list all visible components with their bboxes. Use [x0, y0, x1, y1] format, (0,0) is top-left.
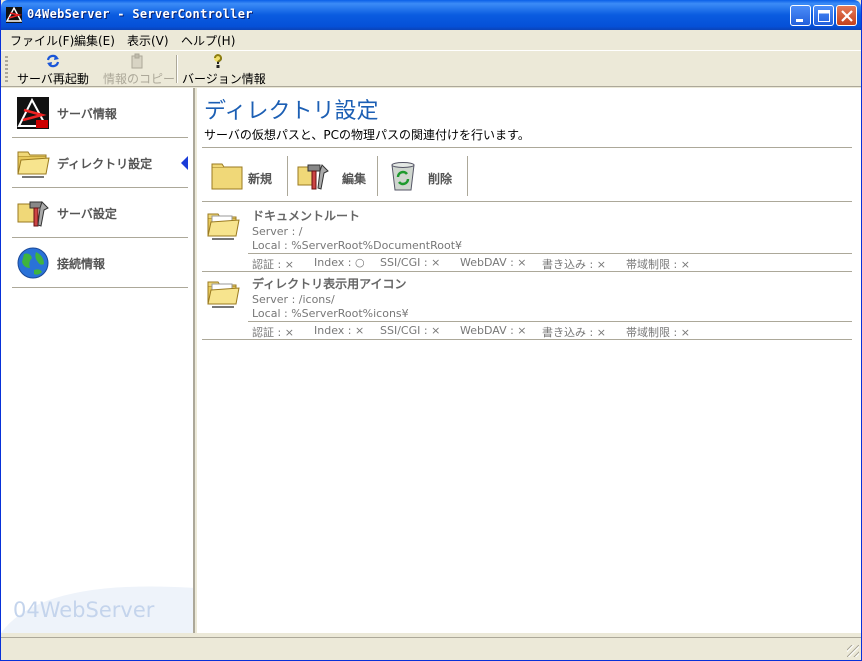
refresh-icon	[46, 54, 60, 68]
sidebar-item-label: サーバ情報	[57, 107, 117, 121]
recycle-bin-icon	[391, 162, 415, 191]
new-label: 新規	[248, 172, 273, 186]
entry-local-path: Local : %ServerRoot%DocumentRoot¥	[252, 239, 463, 252]
directory-entry[interactable]: ディレクトリ表示用アイコン Server : /icons/ Local : %…	[202, 272, 852, 340]
resize-grip[interactable]	[847, 645, 859, 657]
flag-webdav: WebDAV : ×	[460, 256, 527, 269]
divider	[202, 339, 852, 340]
flag-bandwidth: 帯域制限 : ×	[626, 258, 690, 271]
divider	[202, 201, 852, 202]
entry-flags: 認証 : × Index : × SSI/CGI : × WebDAV : × …	[248, 321, 852, 339]
version-info-label: バージョン情報	[182, 72, 266, 86]
menu-help[interactable]: ヘルプ(H)	[181, 32, 235, 49]
delete-label: 削除	[428, 172, 453, 186]
toolbar: サーバ再起動 情報のコピー バージョン情報	[1, 50, 861, 87]
tools-icon	[17, 201, 49, 227]
page-description: サーバの仮想パスと、PCの物理パスの関連付けを行います。	[204, 128, 530, 142]
delete-button[interactable]: 削除	[378, 156, 468, 196]
question-bulb-icon	[214, 54, 222, 68]
main-panel: ディレクトリ設定 サーバの仮想パスと、PCの物理パスの関連付けを行います。 新規…	[197, 88, 861, 633]
close-icon	[841, 10, 853, 22]
sidebar-item-label: 接続情報	[57, 257, 106, 271]
version-info-button[interactable]: バージョン情報	[182, 53, 266, 86]
sidebar-item-server-info[interactable]: サーバ情報	[12, 88, 188, 138]
app-window: 04WebServer - ServerController ファイル(F) 編…	[0, 0, 862, 661]
minimize-button[interactable]	[790, 5, 811, 26]
sidebar-item-label: サーバ設定	[57, 207, 117, 221]
04webserver-logo-icon	[17, 97, 49, 129]
entry-name: ディレクトリ表示用アイコン	[252, 277, 407, 291]
flag-write: 書き込み : ×	[542, 258, 606, 271]
restart-server-button[interactable]: サーバ再起動	[17, 53, 89, 86]
restart-server-label: サーバ再起動	[17, 72, 89, 86]
copy-info-button[interactable]: 情報のコピー	[103, 53, 176, 86]
flag-auth: 認証 : ×	[252, 258, 294, 271]
edit-label: 編集	[342, 172, 367, 186]
folder-open-icon	[207, 281, 240, 308]
minimize-icon	[796, 19, 803, 22]
selected-arrow-icon	[181, 156, 188, 170]
sidebar-item-label: ディレクトリ設定	[57, 157, 153, 171]
menu-view[interactable]: 表示(V)	[127, 32, 169, 49]
entry-flags: 認証 : × Index : ○ SSI/CGI : × WebDAV : × …	[248, 253, 852, 271]
sidebar-item-connection-info[interactable]: 接続情報	[12, 238, 188, 288]
entry-name: ドキュメントルート	[252, 209, 361, 223]
title-bar[interactable]: 04WebServer - ServerController	[1, 0, 861, 30]
maximize-button[interactable]	[813, 5, 834, 26]
flag-webdav: WebDAV : ×	[460, 324, 527, 337]
sidebar-item-server-settings[interactable]: サーバ設定	[12, 188, 188, 238]
folder-icon	[211, 163, 243, 190]
maximize-icon	[818, 10, 830, 22]
action-bar: 新規 編集 削除	[202, 156, 852, 197]
flag-ssi-cgi: SSI/CGI : ×	[380, 256, 441, 269]
folder-open-icon	[207, 213, 240, 240]
sidebar-item-directory-settings[interactable]: ディレクトリ設定	[12, 138, 188, 188]
entry-server-path: Server : /icons/	[252, 293, 335, 306]
new-button[interactable]: 新規	[202, 156, 288, 196]
page-title: ディレクトリ設定	[204, 99, 379, 124]
close-button[interactable]	[836, 5, 857, 26]
folder-icon	[17, 151, 50, 178]
flag-bandwidth: 帯域制限 : ×	[626, 326, 690, 339]
divider	[202, 147, 852, 148]
sidebar: サーバ情報 ディレクトリ設定 サーバ設定 接続情報 04WebServer	[1, 88, 195, 633]
menu-bar: ファイル(F) 編集(E) 表示(V) ヘルプ(H)	[1, 30, 861, 49]
flag-index: Index : ×	[314, 324, 365, 337]
toolbar-separator	[176, 55, 178, 83]
menu-file[interactable]: ファイル(F)	[10, 32, 74, 49]
menu-edit[interactable]: 編集(E)	[74, 32, 115, 49]
clipboard-icon	[131, 53, 143, 69]
app-logo-icon	[6, 7, 22, 23]
flag-ssi-cgi: SSI/CGI : ×	[380, 324, 441, 337]
globe-icon	[17, 247, 49, 279]
edit-button[interactable]: 編集	[288, 156, 378, 196]
toolbar-grip[interactable]	[5, 56, 8, 82]
copy-info-label: 情報のコピー	[103, 72, 176, 86]
flag-write: 書き込み : ×	[542, 326, 606, 339]
window-title: 04WebServer - ServerController	[27, 7, 253, 21]
directory-entry[interactable]: ドキュメントルート Server : / Local : %ServerRoot…	[202, 204, 852, 272]
flag-index: Index : ○	[314, 256, 365, 269]
status-bar	[1, 637, 861, 659]
entry-server-path: Server : /	[252, 225, 303, 238]
watermark-text: 04WebServer	[13, 598, 155, 622]
flag-auth: 認証 : ×	[252, 326, 294, 339]
entry-local-path: Local : %ServerRoot%icons¥	[252, 307, 409, 320]
tools-icon	[297, 164, 329, 190]
